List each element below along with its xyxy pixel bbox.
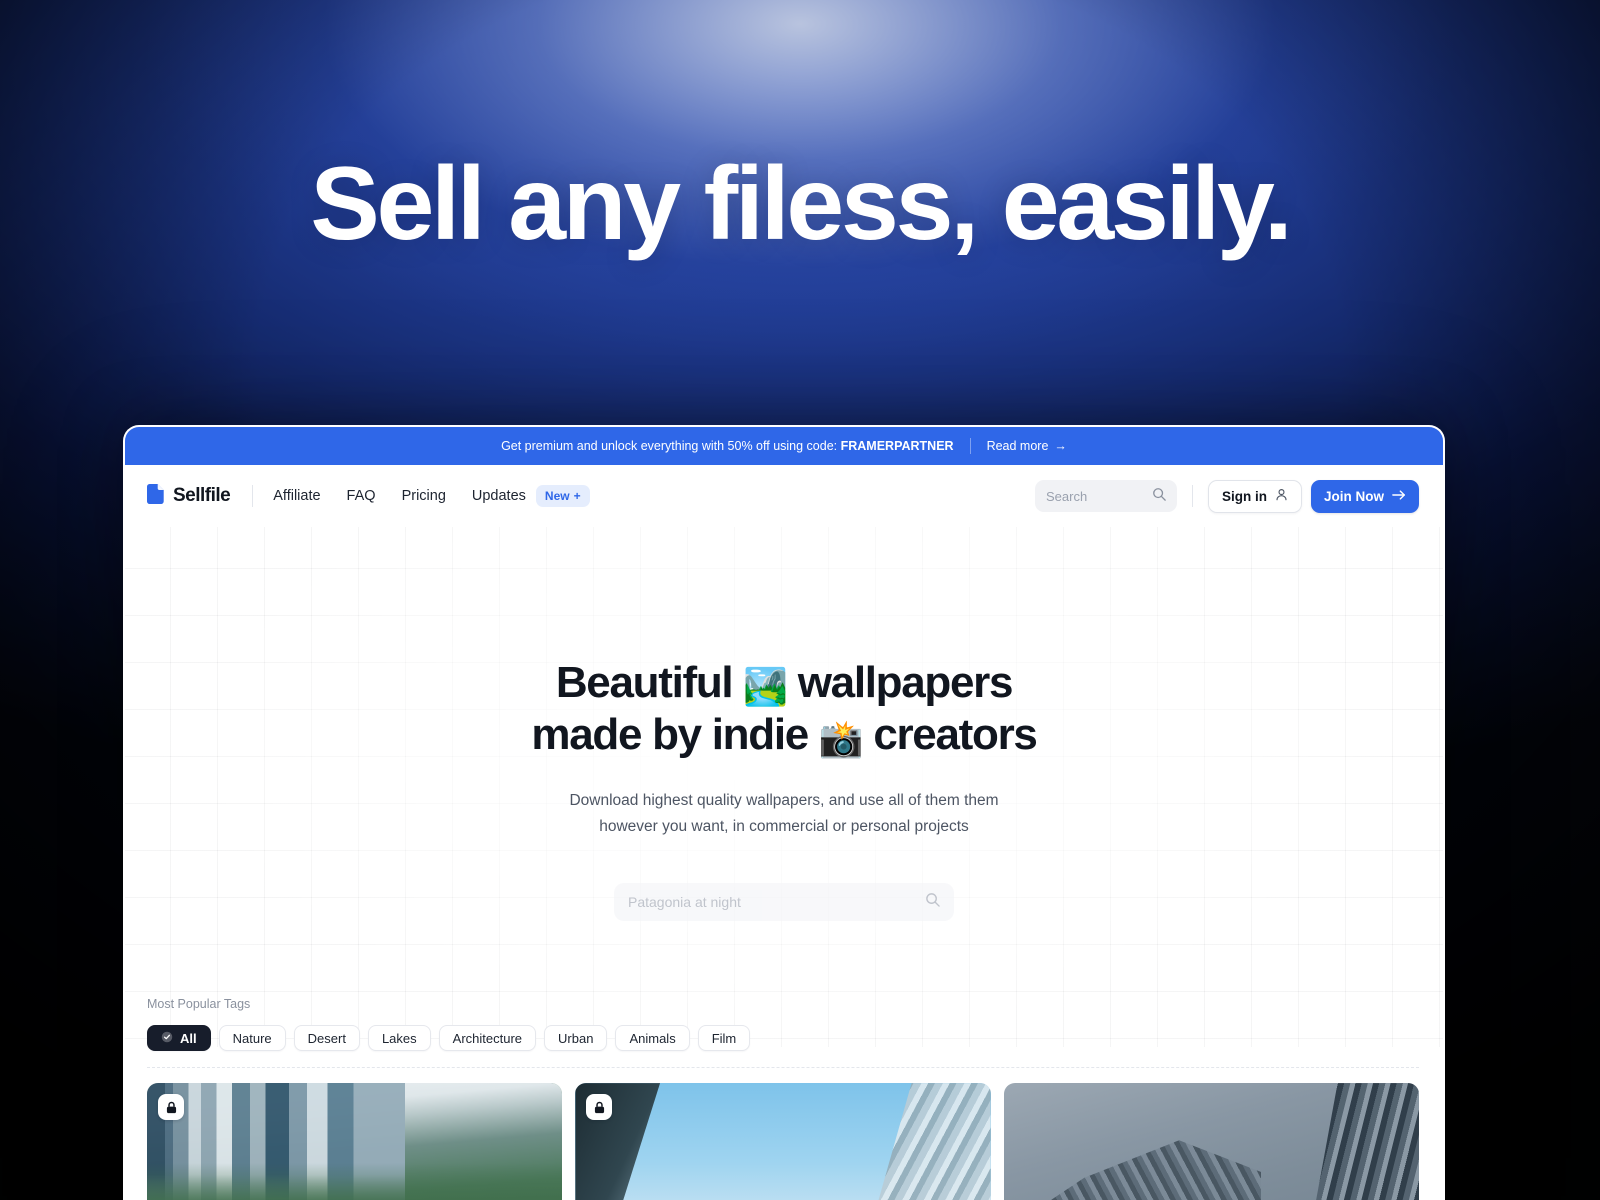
tags-label: Most Popular Tags [147,997,251,1012]
search-icon [1152,487,1166,506]
nav-link-faq[interactable]: FAQ [347,488,376,504]
hero-subtitle: Download highest quality wallpapers, and… [125,788,1443,841]
tags-section: Most Popular Tags All Nature Desert Lake… [125,997,1443,1069]
hero-subtitle-line-2: however you want, in commercial or perso… [599,818,969,836]
lock-icon[interactable] [586,1094,613,1121]
tag-desert[interactable]: Desert [293,1025,360,1052]
hero-search-input[interactable] [628,894,925,911]
tag-label: Urban [558,1030,594,1046]
read-more-link[interactable]: Read more → [987,439,1067,453]
sign-in-label: Sign in [1222,488,1267,504]
tag-label: Animals [629,1030,676,1046]
hero-search-field[interactable] [614,883,954,922]
tag-all[interactable]: All [147,1025,211,1052]
hero-section: Beautiful 🏞️ wallpapers made by indie 📸 … [125,527,1443,922]
lock-icon[interactable] [158,1094,184,1121]
check-circle-icon [161,1031,173,1046]
card-photo [147,1083,563,1200]
brand-name: Sellfile [173,485,231,506]
nav-divider [252,485,254,507]
join-now-button[interactable]: Join Now [1311,479,1419,513]
tag-row: All Nature Desert Lakes Architecture Urb… [147,1025,1419,1052]
browser-window: Get premium and unlock everything with 5… [123,425,1445,1200]
tag-label: Desert [307,1030,346,1046]
hero-headline: Sell any filess, easily. [310,146,1292,262]
camera-emoji: 📸 [818,717,864,759]
arrow-right-icon: → [1054,439,1067,453]
hero-title-line-1: Beautiful 🏞️ wallpapers [125,657,1443,709]
new-badge-label: New [544,489,570,503]
tag-label: Architecture [452,1030,523,1046]
hero-title-line-2: made by indie 📸 creators [125,709,1443,761]
gallery-card-grey-skyscraper[interactable] [1003,1083,1419,1200]
gallery-card-city-skyline[interactable] [147,1083,563,1200]
tag-label: Lakes [381,1030,417,1046]
search-icon [925,892,940,912]
tag-label: All [180,1030,197,1046]
nav-links: Affiliate FAQ Pricing Updates New + [273,485,590,507]
nav-link-affiliate[interactable]: Affiliate [273,488,320,504]
hero-subtitle-line-1: Download highest quality wallpapers, and… [569,791,999,809]
hero-title-line1-a: Beautiful [555,658,744,707]
card-photo [1003,1083,1419,1200]
brand-logo[interactable]: Sellfile [147,483,231,509]
tag-label: Nature [232,1030,272,1046]
plus-icon: + [573,489,581,503]
nav-link-pricing[interactable]: Pricing [402,488,446,504]
hero-title-line1-b: wallpapers [786,658,1014,707]
arrow-right-icon [1392,489,1406,504]
announcement-message: Get premium and unlock everything with 5… [501,439,841,453]
new-badge[interactable]: New + [535,485,590,507]
card-photo [575,1083,991,1200]
navigation-bar: Sellfile Affiliate FAQ Pricing Updates N… [125,465,1443,527]
hero-title-line2-a: made by indie [531,709,819,759]
tag-nature[interactable]: Nature [218,1025,286,1052]
sign-in-button[interactable]: Sign in [1208,479,1302,513]
search-input[interactable] [1046,488,1146,504]
nav-right-divider [1192,485,1193,507]
tag-lakes[interactable]: Lakes [367,1025,431,1052]
announcement-bar: Get premium and unlock everything with 5… [125,427,1443,465]
announcement-text: Get premium and unlock everything with 5… [501,439,954,453]
hero-title-line2-b: creators [862,709,1038,759]
read-more-label: Read more [986,439,1049,453]
nav-link-updates[interactable]: Updates [472,488,526,504]
announcement-promo-code: FRAMERPARTNER [840,439,954,453]
tag-animals[interactable]: Animals [615,1025,690,1052]
tag-label: Film [711,1030,737,1046]
tag-urban[interactable]: Urban [544,1025,608,1052]
landscape-emoji: 🏞️ [743,666,788,707]
nav-right-group: Sign in Join Now [1035,479,1419,513]
tags-divider [147,1067,1419,1069]
gallery-grid [125,1068,1443,1200]
join-now-label: Join Now [1324,488,1384,504]
page-content: Beautiful 🏞️ wallpapers made by indie 📸 … [125,527,1443,1200]
file-icon [147,483,164,509]
announcement-divider [969,438,971,454]
gallery-card-sky-buildings[interactable] [575,1083,991,1200]
user-icon [1275,488,1288,504]
tag-architecture[interactable]: Architecture [438,1025,537,1052]
hero-title: Beautiful 🏞️ wallpapers made by indie 📸 … [125,657,1443,761]
search-field[interactable] [1035,480,1177,512]
tag-film[interactable]: Film [697,1025,751,1052]
